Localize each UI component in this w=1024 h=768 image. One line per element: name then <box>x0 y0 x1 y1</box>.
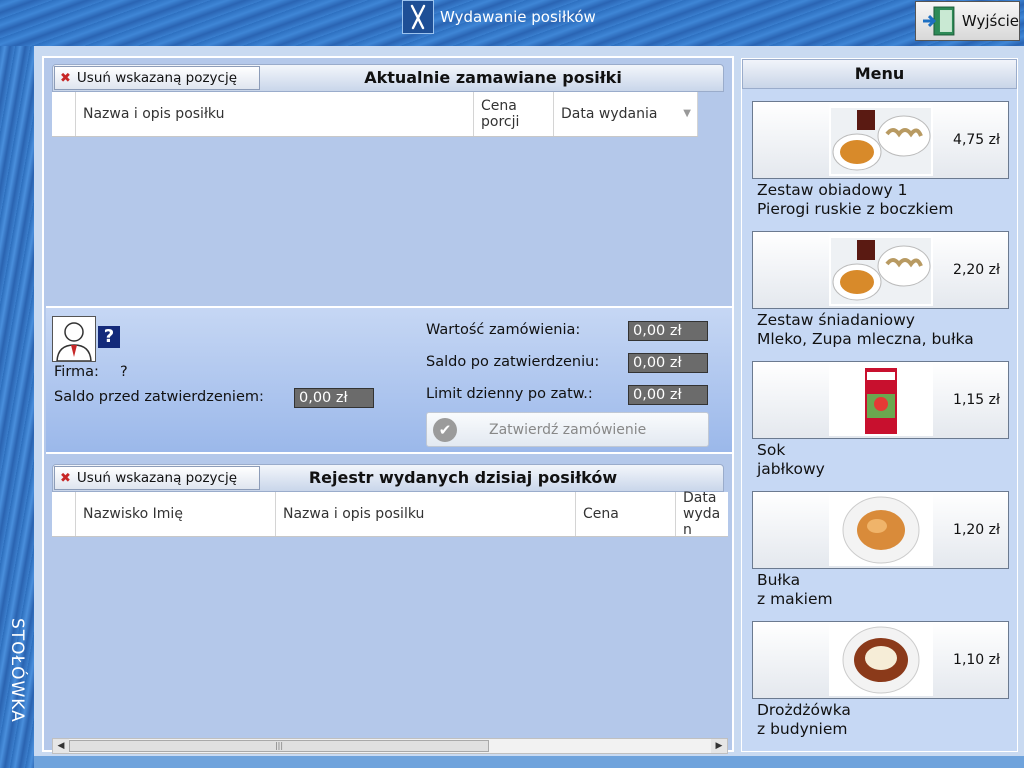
delete-register-label: Usuń wskazaną pozycję <box>76 470 238 486</box>
customer-unknown-mark: ? <box>98 326 120 348</box>
menu-item-image: 1,20 zł <box>752 491 1009 569</box>
saldo-before-label: Saldo przed zatwierdzeniem: <box>54 389 264 405</box>
menu-item[interactable]: 1,10 zł Drożdżówka z budyniem <box>752 621 1009 743</box>
firma-value: ? <box>120 364 128 380</box>
register-table-header: Nazwisko Imię Nazwa i opis posilku Cena … <box>52 490 728 538</box>
juice-carton-icon <box>829 364 933 436</box>
column-header-meal[interactable]: Nazwa i opis posilku <box>276 492 576 536</box>
menu-item[interactable]: 2,20 zł Zestaw śniadaniowy Mleko, Zupa m… <box>752 231 1009 353</box>
menu-panel: Menu 4,75 zł Zestaw obiadowy 1 Pierogi r… <box>741 58 1018 752</box>
column-header-issue-date[interactable]: Data wydan <box>676 490 728 538</box>
bottom-strip <box>34 756 1024 768</box>
register-horizontal-scrollbar[interactable]: ◀ ||| ▶ <box>52 738 728 754</box>
daily-limit-value: 0,00 zł <box>628 385 708 405</box>
left-panel: ✖ Usuń wskazaną pozycję Aktualnie zamawi… <box>42 56 734 754</box>
scroll-right-button[interactable]: ▶ <box>711 739 727 753</box>
daily-limit-label: Limit dzienny po zatw.: <box>426 386 593 402</box>
delete-x-icon: ✖ <box>60 70 71 86</box>
bun-icon <box>829 494 933 566</box>
delete-current-item-button[interactable]: ✖ Usuń wskazaną pozycję <box>54 66 260 90</box>
tray-meal-icon <box>829 104 933 176</box>
row-selector-column <box>52 492 76 536</box>
menu-item-name: Bułka <box>757 571 801 589</box>
menu-title: Menu <box>742 59 1017 89</box>
sort-arrow-icon: ▼ <box>683 108 691 119</box>
customer-avatar-icon <box>52 316 96 362</box>
window-title: Wydawanie posiłków <box>402 0 634 34</box>
menu-item-description: Zestaw obiadowy 1 Pierogi ruskie z boczk… <box>757 181 953 219</box>
column-date-label: Data wydania <box>561 106 658 122</box>
saldo-before-value: 0,00 zł <box>294 388 374 408</box>
firma-label: Firma: <box>54 364 99 380</box>
column-header-name[interactable]: Nazwa i opis posiłku <box>76 92 474 136</box>
delete-register-item-button[interactable]: ✖ Usuń wskazaną pozycję <box>54 466 260 490</box>
window-title-text: Wydawanie posiłków <box>440 8 596 26</box>
menu-item-image: 4,75 zł <box>752 101 1009 179</box>
menu-item-name: Zestaw obiadowy 1 <box>757 181 908 199</box>
cutlery-icon <box>402 0 434 34</box>
menu-item-detail: Mleko, Zupa mleczna, bułka <box>757 330 974 348</box>
menu-item-image: 1,10 zł <box>752 621 1009 699</box>
confirm-order-label: Zatwierdź zamówienie <box>489 421 647 438</box>
column-header-cost[interactable]: Cena <box>576 492 676 536</box>
delete-x-icon: ✖ <box>60 470 71 486</box>
side-strip: STOŁÓWKA <box>0 46 34 768</box>
row-selector-column <box>52 92 76 136</box>
register-header: ✖ Usuń wskazaną pozycję Rejestr wydanych… <box>52 464 724 492</box>
confirm-order-button[interactable]: ✔ Zatwierdź zamówienie <box>426 412 709 447</box>
menu-item-description: Drożdżówka z budyniem <box>757 701 851 739</box>
current-orders-title: Aktualnie zamawiane posiłki <box>364 68 622 87</box>
menu-item[interactable]: 1,15 zł Sok jabłkowy <box>752 361 1009 483</box>
menu-item-detail: z budyniem <box>757 720 848 738</box>
menu-item-price: 2,20 zł <box>953 262 1000 278</box>
menu-item-detail: Pierogi ruskie z boczkiem <box>757 200 954 218</box>
column-header-price[interactable]: Cena porcji <box>474 92 554 136</box>
menu-item-price: 1,10 zł <box>953 652 1000 668</box>
menu-item-description: Sok jabłkowy <box>757 441 825 479</box>
menu-item-name: Zestaw śniadaniowy <box>757 311 915 329</box>
check-icon: ✔ <box>433 417 457 442</box>
tray-meal-icon <box>829 234 933 306</box>
order-value-label: Wartość zamówienia: <box>426 322 581 338</box>
main-area: ✖ Usuń wskazaną pozycję Aktualnie zamawi… <box>34 46 1024 756</box>
current-orders-table-header: Nazwa i opis posiłku Cena porcji Data wy… <box>52 92 698 137</box>
exit-label: Wyjście <box>961 12 1019 30</box>
sweet-roll-icon <box>829 624 933 696</box>
menu-item-image: 1,15 zł <box>752 361 1009 439</box>
menu-item-description: Bułka z makiem <box>757 571 833 609</box>
column-header-date[interactable]: Data wydania ▼ <box>554 92 698 136</box>
menu-item-price: 1,15 zł <box>953 392 1000 408</box>
menu-item[interactable]: 4,75 zł Zestaw obiadowy 1 Pierogi ruskie… <box>752 101 1009 223</box>
menu-item-price: 4,75 zł <box>953 132 1000 148</box>
order-panel: ? Firma: ? Saldo przed zatwierdzeniem: 0… <box>46 306 732 454</box>
delete-current-label: Usuń wskazaną pozycję <box>76 70 238 86</box>
menu-item-description: Zestaw śniadaniowy Mleko, Zupa mleczna, … <box>757 311 974 349</box>
exit-button[interactable]: Wyjście <box>915 1 1020 41</box>
exit-door-icon <box>922 6 955 36</box>
current-orders-header: ✖ Usuń wskazaną pozycję Aktualnie zamawi… <box>52 64 724 92</box>
scroll-left-button[interactable]: ◀ <box>53 739 69 753</box>
menu-item-detail: z makiem <box>757 590 833 608</box>
column-header-surname[interactable]: Nazwisko Imię <box>76 492 276 536</box>
side-label: STOŁÓWKA <box>7 618 27 723</box>
menu-item-price: 1,20 zł <box>953 522 1000 538</box>
scroll-thumb[interactable]: ||| <box>69 740 489 752</box>
menu-item-image: 2,20 zł <box>752 231 1009 309</box>
menu-item-name: Drożdżówka <box>757 701 851 719</box>
menu-item-detail: jabłkowy <box>757 460 825 478</box>
order-value: 0,00 zł <box>628 321 708 341</box>
saldo-after-label: Saldo po zatwierdzeniu: <box>426 354 600 370</box>
menu-item-name: Sok <box>757 441 786 459</box>
saldo-after-value: 0,00 zł <box>628 353 708 373</box>
menu-item[interactable]: 1,20 zł Bułka z makiem <box>752 491 1009 613</box>
register-title: Rejestr wydanych dzisiaj posiłków <box>308 468 618 487</box>
